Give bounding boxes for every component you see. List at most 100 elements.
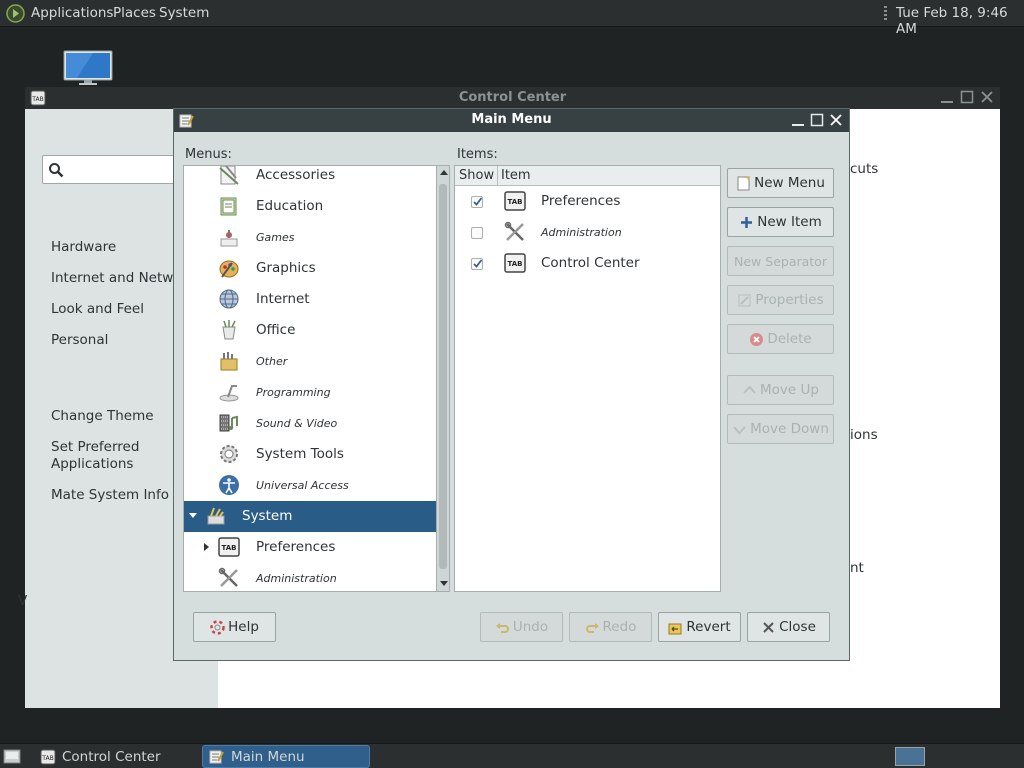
universal-access-icon: [219, 475, 239, 495]
computer-desktop-icon[interactable]: [63, 50, 113, 86]
item-row[interactable]: Administration: [455, 217, 720, 248]
system-tools-gear-icon: [220, 445, 238, 463]
accessories-icon: [219, 166, 239, 185]
system-menu[interactable]: System: [159, 5, 209, 21]
menu-tree-row[interactable]: Other: [184, 346, 436, 377]
show-checkbox[interactable]: [471, 196, 483, 208]
scroll-thumb[interactable]: [439, 184, 447, 569]
preferences-icon: TAB: [504, 191, 526, 211]
close-icon[interactable]: [829, 112, 843, 128]
menu-tree-row[interactable]: Administration: [184, 563, 436, 591]
item-row[interactable]: TAB Preferences: [455, 186, 720, 217]
svg-text:TAB: TAB: [41, 755, 53, 762]
move-up-label: Move Up: [760, 382, 819, 398]
system-icon: [207, 507, 225, 525]
sidebar-group-personal[interactable]: Personal: [51, 332, 108, 348]
show-column-header[interactable]: Show: [459, 168, 494, 183]
menu-tree-label: Graphics: [256, 260, 316, 276]
menus-scrollbar[interactable]: [436, 165, 450, 592]
maximize-icon[interactable]: [810, 112, 824, 128]
control-center-titlebar[interactable]: TAB Control Center: [25, 87, 1000, 109]
set-preferred-link[interactable]: Set Preferred: [51, 439, 139, 455]
menu-tree-row[interactable]: Education: [184, 191, 436, 222]
item-row[interactable]: TAB Control Center: [455, 248, 720, 279]
mate-system-info-link[interactable]: Mate System Info: [51, 487, 169, 503]
administration-icon: [218, 567, 238, 587]
delete-icon: [750, 332, 764, 346]
new-separator-button[interactable]: New Separator: [727, 246, 834, 276]
checkmark-icon: [473, 197, 483, 206]
new-menu-button[interactable]: New Menu: [727, 168, 834, 198]
move-down-button[interactable]: Move Down: [727, 414, 834, 444]
clock[interactable]: Tue Feb 18, 9:46 AM: [896, 5, 1024, 37]
close-label: Close: [779, 619, 816, 635]
minimize-icon[interactable]: [791, 112, 805, 128]
workspace-switcher[interactable]: [895, 747, 925, 766]
redo-button[interactable]: Redo: [569, 612, 652, 642]
menu-tree-row[interactable]: Office: [184, 315, 436, 346]
undo-button[interactable]: Undo: [480, 612, 563, 642]
taskbar-main-menu[interactable]: Main Menu: [202, 745, 370, 768]
expander-open-icon[interactable]: [189, 513, 197, 518]
items-list[interactable]: Show Item TAB Preferences Administration: [454, 165, 721, 592]
close-icon[interactable]: [980, 89, 994, 105]
change-theme-link[interactable]: Change Theme: [51, 408, 154, 424]
new-item-button[interactable]: New Item: [727, 207, 834, 237]
expander-closed-icon[interactable]: [204, 543, 209, 551]
new-separator-label: New Separator: [734, 253, 827, 269]
maximize-icon[interactable]: [960, 89, 974, 105]
delete-button[interactable]: Delete: [727, 324, 834, 354]
menu-tree-label: System Tools: [256, 446, 344, 462]
bottom-panel: TAB Control Center Main Menu: [0, 743, 1024, 768]
menu-tree-row[interactable]: Games: [184, 222, 436, 253]
column-divider[interactable]: [497, 166, 498, 186]
move-up-button[interactable]: Move Up: [727, 375, 834, 405]
programming-icon: [219, 385, 239, 402]
menu-tree-row[interactable]: Accessories: [184, 166, 436, 191]
help-button[interactable]: Help: [193, 612, 276, 642]
show-checkbox[interactable]: [471, 227, 483, 239]
redo-label: Redo: [602, 619, 637, 635]
main-menu-dialog: Main Menu Menus: Items: Accessories Educ…: [173, 108, 850, 661]
internet-globe-icon: [219, 289, 239, 309]
applications-menu[interactable]: Applications: [31, 5, 113, 21]
close-button[interactable]: Close: [747, 612, 830, 642]
education-icon: [220, 197, 237, 216]
main-menu-editor-icon: [209, 750, 224, 763]
menu-tree-row[interactable]: Universal Access: [184, 470, 436, 501]
properties-button[interactable]: Properties: [727, 285, 834, 315]
new-menu-label: New Menu: [754, 175, 825, 191]
delete-label: Delete: [767, 331, 812, 347]
arrow-down-icon: [733, 425, 746, 434]
sidebar-group-hardware[interactable]: Hardware: [51, 239, 116, 255]
menu-tree-row-selected[interactable]: System: [184, 501, 436, 532]
menu-tree-label: Office: [256, 322, 296, 338]
sidebar-group-internet[interactable]: Internet and Networ: [51, 270, 187, 286]
item-column-header[interactable]: Item: [501, 168, 531, 183]
menu-tree-row[interactable]: Sound & Video: [184, 408, 436, 439]
taskbar-label: Main Menu: [231, 748, 305, 765]
control-center-icon: TAB: [504, 253, 526, 273]
properties-icon: [738, 294, 751, 306]
main-menu-titlebar[interactable]: Main Menu: [174, 109, 849, 132]
places-menu[interactable]: Places: [113, 5, 156, 21]
show-desktop-icon[interactable]: [3, 748, 21, 765]
preferences-icon: TAB: [218, 537, 240, 557]
checkmark-icon: [473, 259, 483, 268]
menu-tree-row[interactable]: System Tools: [184, 439, 436, 470]
menu-tree-row[interactable]: TAB Preferences: [184, 532, 436, 563]
menu-tree-row[interactable]: Internet: [184, 284, 436, 315]
sidebar-group-look-and-feel[interactable]: Look and Feel: [51, 301, 144, 317]
revert-button[interactable]: Revert: [658, 612, 741, 642]
menu-tree-row[interactable]: Graphics: [184, 253, 436, 284]
scroll-up-icon[interactable]: [440, 170, 448, 175]
menu-tree-row[interactable]: Programming: [184, 377, 436, 408]
close-icon: [763, 621, 774, 633]
taskbar-control-center[interactable]: TAB Control Center: [34, 745, 198, 768]
minimize-icon[interactable]: [940, 89, 954, 105]
mate-logo-icon[interactable]: [6, 4, 25, 23]
scroll-down-icon[interactable]: [440, 581, 448, 586]
show-checkbox[interactable]: [471, 258, 483, 270]
set-preferred-link-line2[interactable]: Applications: [51, 456, 133, 472]
menus-tree[interactable]: Accessories Education Games Graphics Int…: [183, 165, 437, 592]
